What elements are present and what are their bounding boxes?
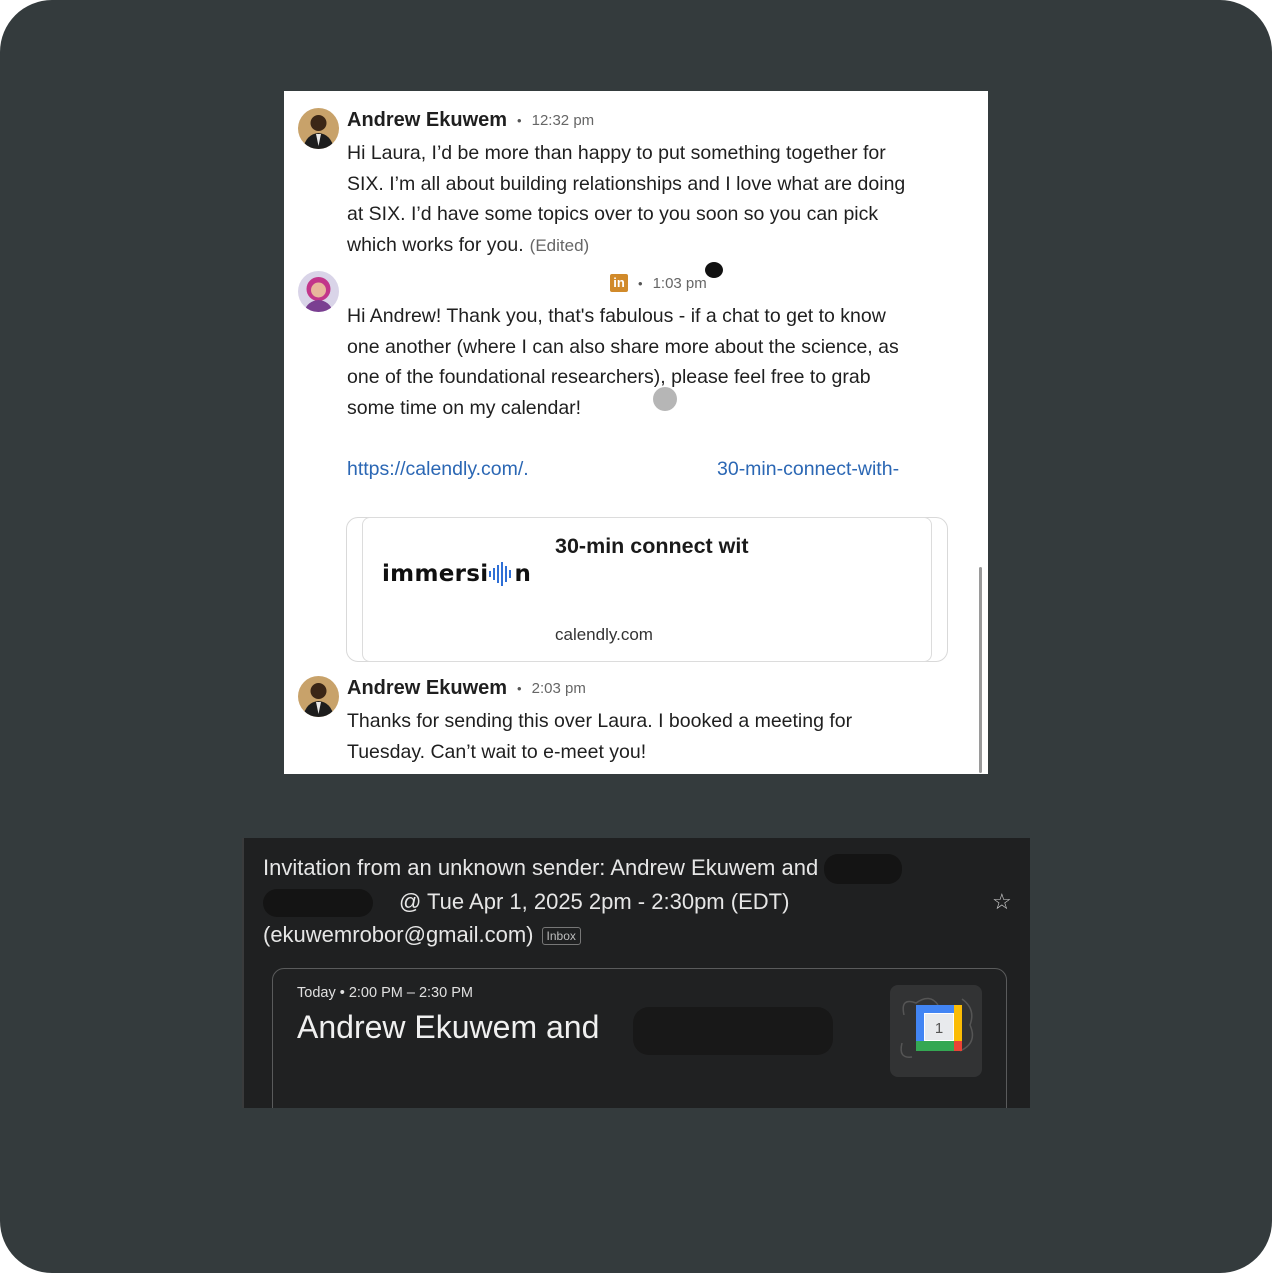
separator-dot: • [517, 113, 522, 128]
message-header: Andrew Ekuwem • 12:32 pm [347, 109, 594, 132]
message-body: Hi Andrew! Thank you, that's fabulous - … [347, 301, 899, 424]
inbox-label[interactable]: Inbox [541, 927, 581, 946]
subject-line: Invitation from an unknown sender: Andre… [263, 851, 963, 885]
edited-label: (Edited) [529, 236, 590, 256]
author-name[interactable]: Andrew Ekuwem [347, 109, 507, 132]
separator-dot: • [638, 275, 643, 291]
message-line: some time on my calendar! [347, 397, 582, 420]
preview-domain: calendly.com [555, 625, 653, 644]
andrew-avatar[interactable] [298, 108, 339, 149]
subject-line: (ekuwemrobor@gmail.com) Inbox [263, 918, 963, 952]
laura-avatar[interactable] [298, 271, 339, 312]
chat-screenshot: Andrew Ekuwem • 12:32 pm Hi Laura, I’d b… [284, 91, 988, 774]
redaction-mark [824, 854, 903, 885]
message-line: at SIX. I’d have some topics over to you… [347, 203, 879, 226]
redaction-mark [633, 1007, 833, 1055]
preview-title[interactable]: 30-min connect wit [555, 534, 749, 559]
author-name[interactable]: Andrew Ekuwem [347, 677, 507, 700]
slide-background: Andrew Ekuwem • 12:32 pm Hi Laura, I’d b… [0, 0, 1272, 1273]
logo-text: immersi [382, 561, 489, 587]
divider [242, 838, 244, 1108]
redaction-mark [705, 262, 723, 278]
logo-text: n [514, 561, 532, 587]
email-subject: Invitation from an unknown sender: Andre… [263, 851, 963, 952]
message-header: in • 1:03 pm [610, 274, 707, 292]
subject-line: @ Tue Apr 1, 2025 2pm - 2:30pm (EDT) [263, 885, 963, 919]
message-line: Hi Laura, I’d be more than happy to put … [347, 142, 886, 164]
message-body: Hi Laura, I’d be more than happy to put … [347, 138, 905, 262]
star-icon[interactable]: ☆ [992, 889, 1012, 915]
message-header: Andrew Ekuwem • 2:03 pm [347, 677, 586, 700]
calendar-day-label: 1 [935, 1020, 943, 1037]
message-time: 12:32 pm [531, 112, 595, 129]
message-time: 2:03 pm [531, 680, 586, 697]
message-line: SIX. I’m all about building relationship… [347, 172, 906, 195]
message-time: 1:03 pm [652, 274, 707, 292]
linkedin-icon: in [610, 274, 628, 292]
event-title: Andrew Ekuwem and [297, 1009, 600, 1045]
message-line: Tuesday. Can’t wait to e-meet you! [347, 740, 647, 763]
andrew-avatar[interactable] [298, 676, 339, 717]
redaction-mark [263, 888, 373, 917]
subject-text: Invitation from an unknown sender: Andre… [263, 855, 819, 880]
sender-email: (ekuwemrobor@gmail.com) [263, 922, 534, 947]
event-card[interactable]: Today • 2:00 PM – 2:30 PM Andrew Ekuwem … [272, 968, 1007, 1108]
message-line: which works for you. (Edited) [347, 230, 905, 262]
separator-dot: • [517, 681, 522, 696]
subject-text: @ Tue Apr 1, 2025 2pm - 2:30pm (EDT) [399, 888, 790, 914]
scrollbar[interactable] [979, 567, 982, 773]
google-calendar-tile[interactable]: 1 [890, 985, 982, 1077]
soundwave-icon [489, 562, 512, 586]
message-line: one of the foundational researchers), pl… [347, 366, 871, 389]
message-line: Hi Andrew! Thank you, that's fabulous - … [347, 305, 886, 327]
message-line: Thanks for sending this over Laura. I bo… [347, 710, 853, 732]
calendly-link[interactable]: https://calendly.com/. [347, 458, 529, 481]
touch-indicator [653, 387, 677, 411]
event-time: Today • 2:00 PM – 2:30 PM [297, 985, 473, 1001]
google-calendar-icon: 1 [900, 997, 974, 1058]
calendly-link-continued[interactable]: 30-min-connect-with- [717, 458, 899, 481]
immersion-logo: immersi n [382, 561, 531, 587]
message-line-text: which works for you. [347, 234, 524, 257]
email-screenshot: Invitation from an unknown sender: Andre… [242, 838, 1030, 1108]
message-body: Thanks for sending this over Laura. I bo… [347, 706, 852, 767]
message-line: one another (where I can also share more… [347, 335, 899, 358]
